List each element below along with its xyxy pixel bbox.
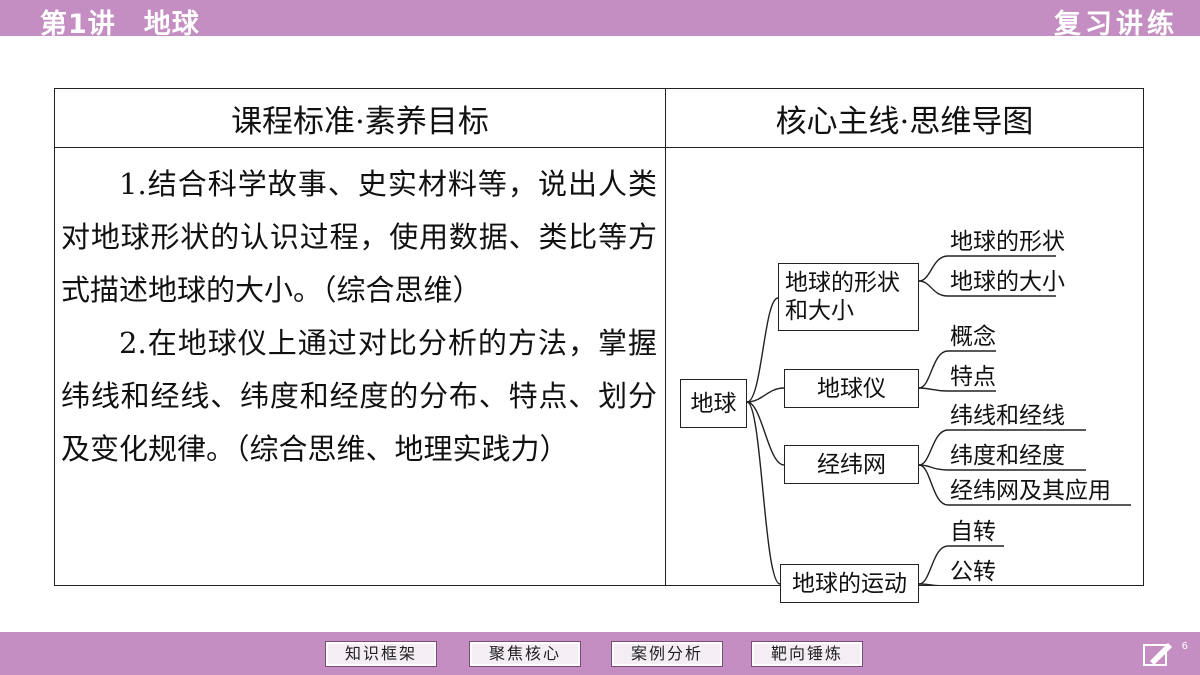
lecture-title: 第1讲 地球 (40, 9, 200, 40)
connector-root-branch1 (746, 297, 779, 403)
root-label: 地球 (690, 390, 737, 417)
leaf-revolution: 公转 (950, 559, 996, 585)
branch-shape-size: 地球的形状 和大小 (778, 263, 919, 331)
branch-shape-size-line2: 和大小 (785, 298, 854, 324)
mindmap-cell: 地球 地球的形状 和大小 地球仪 经纬网 地球的运动 地球的形状 地球的大小 概… (665, 147, 1146, 603)
leaf-grid-use: 经纬网及其应用 (950, 478, 1111, 504)
branch-globe-label: 地球仪 (817, 375, 886, 402)
leaf-degrees: 纬度和经度 (950, 443, 1065, 469)
mindmap-root: 地球 (680, 379, 747, 428)
content-table: 课程标准·素养目标 核心主线·思维导图 1.结合科学故事、史实材料等，说出人类对… (54, 88, 1146, 603)
nav-focus-core-button[interactable]: 聚焦核心 (469, 641, 581, 667)
header-bar: 第1讲 地球 复习讲练 (0, 0, 1200, 40)
goal-2: 2.在地球仪上通过对比分析的方法，掌握纬线和经线、纬度和经度的分布、特点、划分及… (61, 326, 657, 466)
branch-globe: 地球仪 (784, 369, 919, 408)
leaf-size: 地球的大小 (950, 269, 1065, 295)
nav-targeted-practice-button[interactable]: 靶向锤炼 (751, 641, 863, 667)
leaf-lines: 纬线和经线 (950, 403, 1065, 429)
goal-1: 1.结合科学故事、史实材料等，说出人类对地球形状的认识过程，使用数据、类比等方式… (61, 167, 657, 307)
section-title: 复习讲练 (1054, 9, 1178, 40)
nav-knowledge-framework-button[interactable]: 知识框架 (325, 641, 437, 667)
branch-motion-label: 地球的运动 (792, 570, 907, 597)
goals-cell: 1.结合科学故事、史实材料等，说出人类对地球形状的认识过程，使用数据、类比等方式… (54, 147, 666, 586)
leaf-rotation: 自转 (950, 519, 996, 545)
page-indicator[interactable]: 6 (1142, 639, 1192, 669)
branch-grid: 经纬网 (784, 445, 919, 484)
branch-grid-label: 经纬网 (817, 451, 886, 478)
nav-case-analysis-button[interactable]: 案例分析 (611, 641, 723, 667)
col2-header: 核心主线·思维导图 (665, 88, 1144, 148)
branch-shape-size-line1: 地球的形状 (785, 270, 900, 296)
page-number: 6 (1181, 641, 1188, 652)
leaf-feature: 特点 (950, 364, 996, 390)
mindmap-connectors (746, 255, 1131, 585)
footer-bar (0, 632, 1200, 675)
leaf-shape: 地球的形状 (950, 229, 1065, 255)
col1-header: 课程标准·素养目标 (54, 88, 666, 148)
leaf-concept: 概念 (950, 324, 996, 350)
branch-motion: 地球的运动 (780, 564, 919, 603)
mindmap: 地球 地球的形状 和大小 地球仪 经纬网 地球的运动 地球的形状 地球的大小 概… (666, 148, 1146, 603)
